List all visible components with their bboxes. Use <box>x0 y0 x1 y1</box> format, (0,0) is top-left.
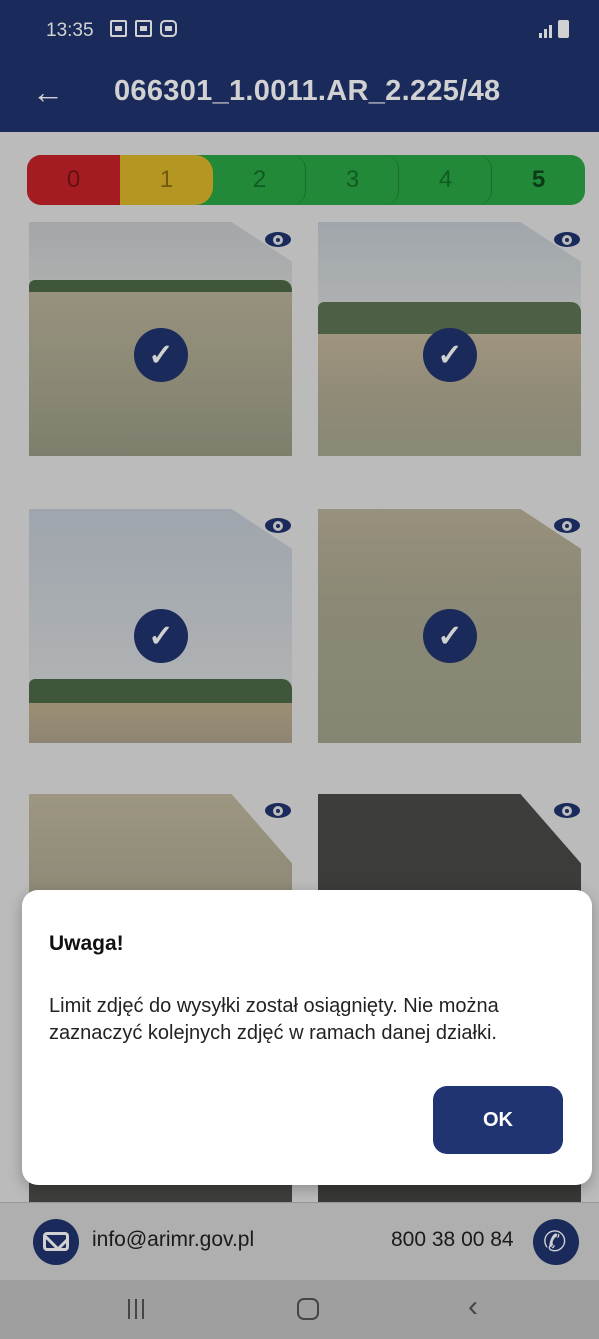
ok-button[interactable]: OK <box>433 1086 563 1154</box>
dialog-message: Limit zdjęć do wysyłki został osiągnięty… <box>49 995 499 1044</box>
alert-dialog: Uwaga! Limit zdjęć do wysyłki został osi… <box>22 890 592 1185</box>
dialog-title: Uwaga! <box>49 932 124 955</box>
